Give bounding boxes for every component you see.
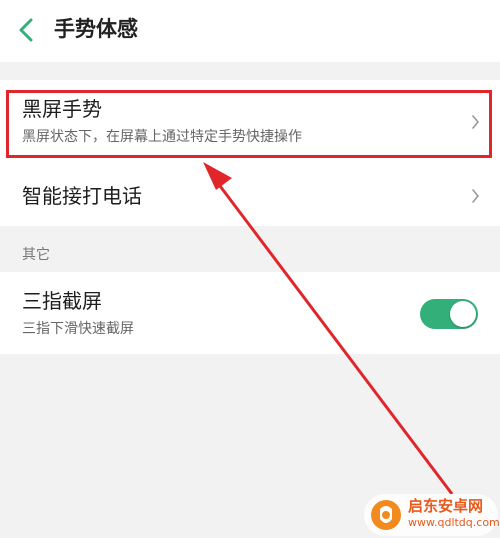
row-title: 三指截屏 <box>22 289 102 313</box>
chevron-left-icon <box>19 18 33 42</box>
site-logo-icon <box>371 500 401 530</box>
three-finger-toggle[interactable] <box>420 299 478 329</box>
header-bar: 手势体感 <box>0 0 500 62</box>
back-button[interactable] <box>14 16 40 44</box>
section-label-other: 其它 <box>22 247 50 263</box>
row-title: 智能接打电话 <box>22 184 142 208</box>
chevron-right-icon <box>472 189 479 203</box>
page-title: 手势体感 <box>54 17 138 41</box>
watermark-name: 启东安卓网 <box>408 497 484 515</box>
watermark-url: www.qdltdq.com <box>408 516 500 529</box>
row-subtitle: 三指下滑快速截屏 <box>22 321 134 337</box>
annotation-highlight-box <box>6 90 492 158</box>
watermark: 启东安卓网 www.qdltdq.com <box>364 494 500 536</box>
toggle-knob <box>450 301 476 327</box>
list-item-smart-call[interactable]: 智能接打电话 <box>0 160 500 226</box>
